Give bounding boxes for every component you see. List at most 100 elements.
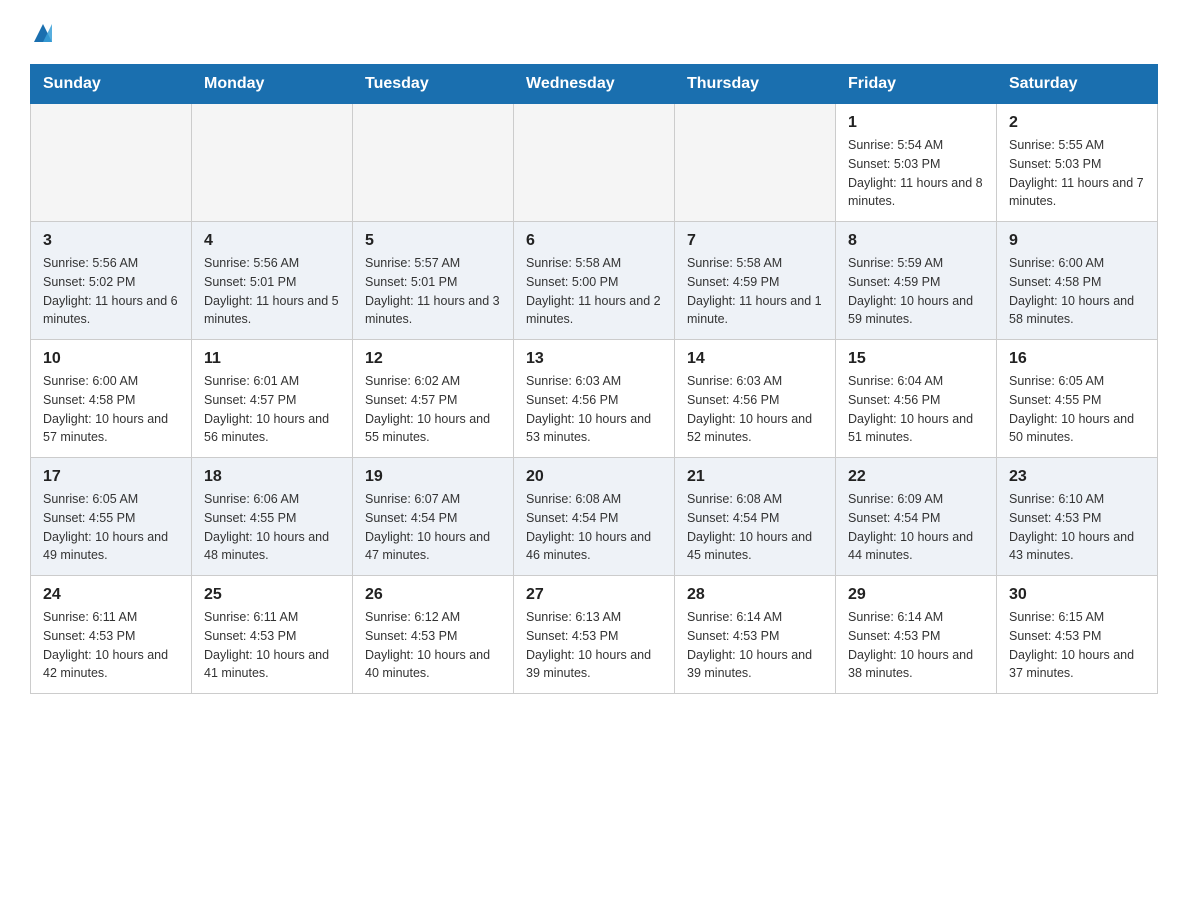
day-number: 26 <box>365 586 501 604</box>
day-info: Sunrise: 6:02 AMSunset: 4:57 PMDaylight:… <box>365 372 501 447</box>
day-number: 30 <box>1009 586 1145 604</box>
day-number: 7 <box>687 232 823 250</box>
day-number: 20 <box>526 468 662 486</box>
calendar-cell <box>31 104 192 222</box>
calendar-cell: 27Sunrise: 6:13 AMSunset: 4:53 PMDayligh… <box>514 576 675 694</box>
calendar-cell: 23Sunrise: 6:10 AMSunset: 4:53 PMDayligh… <box>997 458 1158 576</box>
day-info: Sunrise: 6:15 AMSunset: 4:53 PMDaylight:… <box>1009 608 1145 683</box>
day-info: Sunrise: 6:14 AMSunset: 4:53 PMDaylight:… <box>687 608 823 683</box>
calendar-cell: 21 Sunrise: 6:08 AMSunset: 4:54 PMDayligh… <box>675 458 836 576</box>
day-info: Sunrise: 5:56 AMSunset: 5:02 PMDaylight:… <box>43 254 179 329</box>
day-info: Sunrise: 6:05 AMSunset: 4:55 PMDaylight:… <box>1009 372 1145 447</box>
day-info: Sunrise: 6:01 AMSunset: 4:57 PMDaylight:… <box>204 372 340 447</box>
day-number: 12 <box>365 350 501 368</box>
day-number: 8 <box>848 232 984 250</box>
weekday-header-saturday: Saturday <box>997 65 1158 104</box>
day-info: Sunrise: 5:59 AMSunset: 4:59 PMDaylight:… <box>848 254 984 329</box>
calendar-cell: 2 Sunrise: 5:55 AMSunset: 5:03 PMDaylight… <box>997 104 1158 222</box>
day-info: Sunrise: 6:14 AMSunset: 4:53 PMDaylight:… <box>848 608 984 683</box>
day-number: 10 <box>43 350 179 368</box>
calendar-cell: 4 Sunrise: 5:56 AMSunset: 5:01 PMDaylight… <box>192 222 353 340</box>
calendar-cell: 8 Sunrise: 5:59 AMSunset: 4:59 PMDaylight… <box>836 222 997 340</box>
day-number: 22 <box>848 468 984 486</box>
calendar-cell: 20 Sunrise: 6:08 AMSunset: 4:54 PMDayligh… <box>514 458 675 576</box>
day-info: Sunrise: 6:09 AMSunset: 4:54 PMDaylight:… <box>848 490 984 565</box>
calendar-week-row: 3 Sunrise: 5:56 AMSunset: 5:02 PMDaylight… <box>31 222 1158 340</box>
calendar-week-row: 1 Sunrise: 5:54 AMSunset: 5:03 PMDaylight… <box>31 104 1158 222</box>
day-info: Sunrise: 6:03 AMSunset: 4:56 PMDaylight:… <box>526 372 662 447</box>
day-number: 3 <box>43 232 179 250</box>
day-number: 27 <box>526 586 662 604</box>
day-number: 28 <box>687 586 823 604</box>
calendar-cell: 22 Sunrise: 6:09 AMSunset: 4:54 PMDayligh… <box>836 458 997 576</box>
calendar-cell: 11Sunrise: 6:01 AMSunset: 4:57 PMDayligh… <box>192 340 353 458</box>
weekday-header-monday: Monday <box>192 65 353 104</box>
day-info: Sunrise: 5:57 AMSunset: 5:01 PMDaylight:… <box>365 254 501 329</box>
calendar-cell: 16 Sunrise: 6:05 AMSunset: 4:55 PMDayligh… <box>997 340 1158 458</box>
logo-arrow-icon <box>32 22 54 44</box>
day-info: Sunrise: 5:54 AMSunset: 5:03 PMDaylight:… <box>848 136 984 211</box>
weekday-header-wednesday: Wednesday <box>514 65 675 104</box>
day-info: Sunrise: 6:07 AMSunset: 4:54 PMDaylight:… <box>365 490 501 565</box>
calendar-cell: 19Sunrise: 6:07 AMSunset: 4:54 PMDayligh… <box>353 458 514 576</box>
calendar-cell: 18Sunrise: 6:06 AMSunset: 4:55 PMDayligh… <box>192 458 353 576</box>
day-info: Sunrise: 6:06 AMSunset: 4:55 PMDaylight:… <box>204 490 340 565</box>
day-number: 4 <box>204 232 340 250</box>
day-number: 23 <box>1009 468 1145 486</box>
calendar-cell: 24Sunrise: 6:11 AMSunset: 4:53 PMDayligh… <box>31 576 192 694</box>
day-number: 2 <box>1009 114 1145 132</box>
day-number: 6 <box>526 232 662 250</box>
day-number: 24 <box>43 586 179 604</box>
calendar-cell <box>675 104 836 222</box>
calendar-cell <box>353 104 514 222</box>
calendar-week-row: 10 Sunrise: 6:00 AMSunset: 4:58 PMDayligh… <box>31 340 1158 458</box>
calendar-cell: 13 Sunrise: 6:03 AMSunset: 4:56 PMDayligh… <box>514 340 675 458</box>
calendar-week-row: 17Sunrise: 6:05 AMSunset: 4:55 PMDayligh… <box>31 458 1158 576</box>
page-header <box>30 20 1158 44</box>
day-info: Sunrise: 6:08 AMSunset: 4:54 PMDaylight:… <box>687 490 823 565</box>
day-info: Sunrise: 6:00 AMSunset: 4:58 PMDaylight:… <box>43 372 179 447</box>
calendar-cell: 12 Sunrise: 6:02 AMSunset: 4:57 PMDayligh… <box>353 340 514 458</box>
day-number: 14 <box>687 350 823 368</box>
calendar-cell: 10 Sunrise: 6:00 AMSunset: 4:58 PMDayligh… <box>31 340 192 458</box>
logo <box>30 20 60 44</box>
weekday-header-tuesday: Tuesday <box>353 65 514 104</box>
calendar-cell: 5 Sunrise: 5:57 AMSunset: 5:01 PMDaylight… <box>353 222 514 340</box>
weekday-header-row: SundayMondayTuesdayWednesdayThursdayFrid… <box>31 65 1158 104</box>
day-info: Sunrise: 6:04 AMSunset: 4:56 PMDaylight:… <box>848 372 984 447</box>
day-info: Sunrise: 5:58 AMSunset: 4:59 PMDaylight:… <box>687 254 823 329</box>
calendar-cell: 30 Sunrise: 6:15 AMSunset: 4:53 PMDayligh… <box>997 576 1158 694</box>
calendar-week-row: 24 Sunrise: 6:11 AMSunset: 4:53 PMDayligh… <box>31 576 1158 694</box>
day-number: 25 <box>204 586 340 604</box>
day-info: Sunrise: 6:12 AMSunset: 4:53 PMDaylight:… <box>365 608 501 683</box>
day-info: Sunrise: 6:00 AMSunset: 4:58 PMDaylight:… <box>1009 254 1145 329</box>
weekday-header-thursday: Thursday <box>675 65 836 104</box>
weekday-header-sunday: Sunday <box>31 65 192 104</box>
calendar-cell: 7 Sunrise: 5:58 AMSunset: 4:59 PMDaylight… <box>675 222 836 340</box>
day-number: 17 <box>43 468 179 486</box>
calendar-cell: 1 Sunrise: 5:54 AMSunset: 5:03 PMDaylight… <box>836 104 997 222</box>
calendar-cell <box>514 104 675 222</box>
calendar-cell: 6 Sunrise: 5:58 AMSunset: 5:00 PMDaylight… <box>514 222 675 340</box>
calendar-table: SundayMondayTuesdayWednesdayThursdayFrid… <box>30 64 1158 694</box>
day-info: Sunrise: 5:58 AMSunset: 5:00 PMDaylight:… <box>526 254 662 329</box>
day-number: 13 <box>526 350 662 368</box>
day-info: Sunrise: 6:03 AMSunset: 4:56 PMDaylight:… <box>687 372 823 447</box>
day-info: Sunrise: 5:55 AMSunset: 5:03 PMDaylight:… <box>1009 136 1145 211</box>
day-info: Sunrise: 6:08 AMSunset: 4:54 PMDaylight:… <box>526 490 662 565</box>
calendar-cell <box>192 104 353 222</box>
day-info: Sunrise: 6:11 AMSunset: 4:53 PMDaylight:… <box>204 608 340 683</box>
calendar-cell: 9 Sunrise: 6:00 AMSunset: 4:58 PMDaylight… <box>997 222 1158 340</box>
day-number: 21 <box>687 468 823 486</box>
day-number: 1 <box>848 114 984 132</box>
weekday-header-friday: Friday <box>836 65 997 104</box>
day-number: 16 <box>1009 350 1145 368</box>
day-number: 5 <box>365 232 501 250</box>
day-number: 29 <box>848 586 984 604</box>
calendar-cell: 28 Sunrise: 6:14 AMSunset: 4:53 PMDayligh… <box>675 576 836 694</box>
day-info: Sunrise: 5:56 AMSunset: 5:01 PMDaylight:… <box>204 254 340 329</box>
day-number: 9 <box>1009 232 1145 250</box>
day-number: 15 <box>848 350 984 368</box>
calendar-cell: 26 Sunrise: 6:12 AMSunset: 4:53 PMDayligh… <box>353 576 514 694</box>
calendar-cell: 15 Sunrise: 6:04 AMSunset: 4:56 PMDayligh… <box>836 340 997 458</box>
